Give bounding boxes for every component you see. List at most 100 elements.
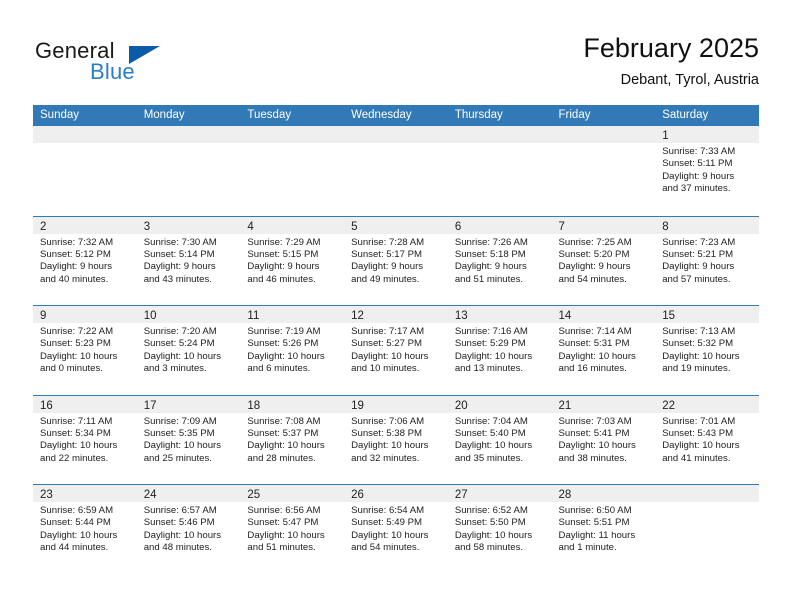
- daylight-text-line1: Daylight: 10 hours: [558, 350, 636, 362]
- day-number: 27: [454, 489, 468, 501]
- sunset-text: Sunset: 5:34 PM: [40, 427, 111, 439]
- daylight-text-line2: and 44 minutes.: [40, 542, 109, 554]
- calendar-day-cell[interactable]: 15 Sunrise: 7:13 AM Sunset: 5:32 PM Dayligh…: [655, 306, 759, 395]
- day-number-strip: 15: [655, 306, 759, 323]
- calendar-day-cell[interactable]: 19 Sunrise: 7:06 AM Sunset: 5:38 PM Dayligh…: [344, 395, 448, 484]
- sunrise-text: Sunrise: 7:25 AM: [558, 236, 632, 248]
- calendar-day-cell[interactable]: 16 Sunrise: 7:11 AM Sunset: 5:34 PM Dayligh…: [33, 395, 137, 484]
- calendar-day-cell[interactable]: 22 Sunrise: 7:01 AM Sunset: 5:43 PM Dayligh…: [655, 395, 759, 484]
- day-number-strip: 13: [447, 306, 552, 323]
- sunset-text: Sunset: 5:14 PM: [143, 248, 215, 260]
- calendar-day-cell[interactable]: 14 Sunrise: 7:14 AM Sunset: 5:31 PM Dayligh…: [551, 306, 656, 395]
- calendar-day-cell[interactable]: 2 Sunrise: 7:32 AM Sunset: 5:12 PM Daylight…: [33, 216, 137, 305]
- title-block: February 2025 Debant, Tyrol, Austria: [583, 32, 759, 90]
- calendar-day-cell[interactable]: 11 Sunrise: 7:19 AM Sunset: 5:26 PM Dayligh…: [240, 306, 345, 395]
- calendar-day-cell[interactable]: 20 Sunrise: 7:04 AM Sunset: 5:40 PM Dayligh…: [447, 395, 552, 484]
- daylight-text-line1: Daylight: 10 hours: [454, 350, 533, 362]
- sunrise-text: Sunrise: 7:32 AM: [40, 236, 114, 248]
- daylight-text-line2: and 1 minute.: [558, 542, 617, 554]
- day-details: Sunrise: 7:28 AM Sunset: 5:17 PM Daylight:…: [344, 234, 448, 287]
- daylight-text-line2: and 25 minutes.: [143, 452, 212, 464]
- weekday-header-tuesday: Tuesday: [247, 109, 292, 121]
- sunrise-text: Sunrise: 6:56 AM: [247, 505, 321, 516]
- day-number: 24: [143, 489, 157, 501]
- calendar-day-cell[interactable]: 12 Sunrise: 7:17 AM Sunset: 5:27 PM Dayligh…: [344, 306, 448, 395]
- calendar-day-cell[interactable]: 9 Sunrise: 7:22 AM Sunset: 5:23 PM Daylight…: [33, 306, 137, 395]
- calendar-day-cell[interactable]: 1 Sunrise: 7:33 AM Sunset: 5:11 PM Daylight…: [655, 126, 759, 216]
- daylight-text-line1: Daylight: 9 hours: [558, 261, 631, 273]
- calendar-day-cell[interactable]: 24 Sunrise: 6:57 AM Sunset: 5:46 PM Dayligh…: [136, 485, 241, 574]
- daylight-text-line2: and 13 minutes.: [454, 363, 524, 375]
- daylight-text-line2: and 16 minutes.: [558, 363, 627, 375]
- day-number-strip: 16: [33, 395, 137, 413]
- day-number: 3: [143, 220, 151, 233]
- daylight-text-line1: Daylight: 10 hours: [351, 350, 429, 362]
- sunset-text: Sunset: 5:29 PM: [454, 338, 526, 350]
- daylight-text-line1: Daylight: 9 hours: [40, 261, 112, 273]
- calendar-day-cell[interactable]: 21 Sunrise: 7:03 AM Sunset: 5:41 PM Dayligh…: [551, 395, 656, 484]
- daylight-text-line2: and 43 minutes.: [143, 273, 212, 285]
- day-details: Sunrise: 6:56 AM Sunset: 5:47 PM Daylight:…: [240, 502, 344, 555]
- daylight-text-line1: Daylight: 9 hours: [247, 261, 320, 273]
- calendar-week-row: 1 Sunrise: 7:33 AM Sunset: 5:11 PM Daylight…: [33, 126, 759, 216]
- day-number-strip: 19: [344, 395, 448, 413]
- calendar-day-cell[interactable]: 23 Sunrise: 6:59 AM Sunset: 5:44 PM Dayligh…: [33, 485, 137, 574]
- sunrise-text: Sunrise: 7:13 AM: [662, 326, 736, 337]
- day-details: [655, 502, 759, 505]
- sunrise-text: Sunrise: 7:09 AM: [143, 415, 217, 427]
- calendar-week-row: 23 Sunrise: 6:59 AM Sunset: 5:44 PM Dayligh…: [33, 484, 759, 574]
- calendar-day-cell[interactable]: 13 Sunrise: 7:16 AM Sunset: 5:29 PM Dayligh…: [447, 306, 552, 395]
- day-details: Sunrise: 6:54 AM Sunset: 5:49 PM Daylight:…: [344, 502, 448, 555]
- daylight-text-line1: Daylight: 10 hours: [143, 529, 222, 541]
- day-number: 5: [351, 220, 358, 233]
- day-number-strip: [240, 126, 345, 143]
- calendar-day-cell[interactable]: 4 Sunrise: 7:29 AM Sunset: 5:15 PM Daylight…: [240, 216, 345, 305]
- calendar-day-cell[interactable]: 27 Sunrise: 6:52 AM Sunset: 5:50 PM Dayligh…: [447, 485, 552, 574]
- day-details: Sunrise: 7:11 AM Sunset: 5:34 PM Daylight:…: [33, 413, 137, 466]
- daylight-text-line2: and 54 minutes.: [351, 542, 420, 554]
- sunset-text: Sunset: 5:43 PM: [662, 427, 734, 439]
- day-details: Sunrise: 7:19 AM Sunset: 5:26 PM Daylight:…: [240, 323, 344, 376]
- sunrise-text: Sunrise: 7:22 AM: [40, 326, 114, 337]
- day-details: Sunrise: 7:30 AM Sunset: 5:14 PM Daylight:…: [137, 234, 241, 287]
- sunset-text: Sunset: 5:49 PM: [351, 517, 423, 529]
- brand-logo[interactable]: General Blue: [35, 38, 235, 88]
- day-details: [344, 143, 448, 146]
- calendar-day-cell[interactable]: 17 Sunrise: 7:09 AM Sunset: 5:35 PM Dayligh…: [136, 395, 241, 484]
- day-number: 9: [40, 310, 47, 322]
- calendar-day-cell[interactable]: 25 Sunrise: 6:56 AM Sunset: 5:47 PM Dayligh…: [240, 485, 345, 574]
- page-header: General Blue February 2025 Debant, Tyrol…: [0, 0, 792, 104]
- calendar-day-cell[interactable]: 5 Sunrise: 7:28 AM Sunset: 5:17 PM Daylight…: [344, 216, 448, 305]
- weekday-header-sunday: Sunday: [40, 109, 80, 121]
- sunrise-text: Sunrise: 6:59 AM: [40, 505, 114, 516]
- calendar-day-cell[interactable]: 3 Sunrise: 7:30 AM Sunset: 5:14 PM Daylight…: [136, 216, 241, 305]
- calendar-day-cell[interactable]: 8 Sunrise: 7:23 AM Sunset: 5:21 PM Daylight…: [655, 216, 759, 305]
- calendar-day-cell[interactable]: 10 Sunrise: 7:20 AM Sunset: 5:24 PM Dayligh…: [136, 306, 241, 395]
- day-number-strip: 27: [447, 485, 552, 502]
- calendar-day-cell-empty: [551, 126, 656, 216]
- calendar-day-cell[interactable]: 6 Sunrise: 7:26 AM Sunset: 5:18 PM Daylight…: [447, 216, 552, 305]
- day-number: 2: [40, 220, 47, 233]
- day-number-strip: 12: [344, 306, 448, 323]
- day-details: [552, 143, 656, 146]
- day-details: Sunrise: 7:14 AM Sunset: 5:31 PM Daylight:…: [552, 323, 656, 376]
- daylight-text-line2: and 41 minutes.: [662, 452, 731, 464]
- calendar-day-cell[interactable]: 28 Sunrise: 6:50 AM Sunset: 5:51 PM Dayligh…: [551, 485, 656, 574]
- day-number: 4: [247, 220, 254, 233]
- day-number: 23: [40, 489, 53, 501]
- calendar-day-cell-empty: [655, 485, 759, 574]
- calendar-day-cell[interactable]: 7 Sunrise: 7:25 AM Sunset: 5:20 PM Daylight…: [551, 216, 656, 305]
- calendar-day-cell[interactable]: 18 Sunrise: 7:08 AM Sunset: 5:37 PM Dayligh…: [240, 395, 345, 484]
- day-details: Sunrise: 7:08 AM Sunset: 5:37 PM Daylight:…: [240, 413, 344, 466]
- calendar-day-cell[interactable]: 26 Sunrise: 6:54 AM Sunset: 5:49 PM Dayligh…: [344, 485, 448, 574]
- sunset-text: Sunset: 5:40 PM: [454, 427, 526, 439]
- day-number-strip: [344, 126, 448, 143]
- day-number: 22: [662, 399, 676, 412]
- day-details: Sunrise: 7:01 AM Sunset: 5:43 PM Daylight:…: [655, 413, 759, 466]
- day-details: Sunrise: 6:59 AM Sunset: 5:44 PM Daylight:…: [33, 502, 137, 555]
- sunrise-text: Sunrise: 6:54 AM: [351, 505, 425, 516]
- weekday-header-thursday: Thursday: [454, 109, 503, 121]
- daylight-text-line1: Daylight: 9 hours: [143, 261, 216, 273]
- day-details: Sunrise: 7:16 AM Sunset: 5:29 PM Daylight:…: [448, 323, 552, 376]
- sunset-text: Sunset: 5:47 PM: [247, 517, 319, 529]
